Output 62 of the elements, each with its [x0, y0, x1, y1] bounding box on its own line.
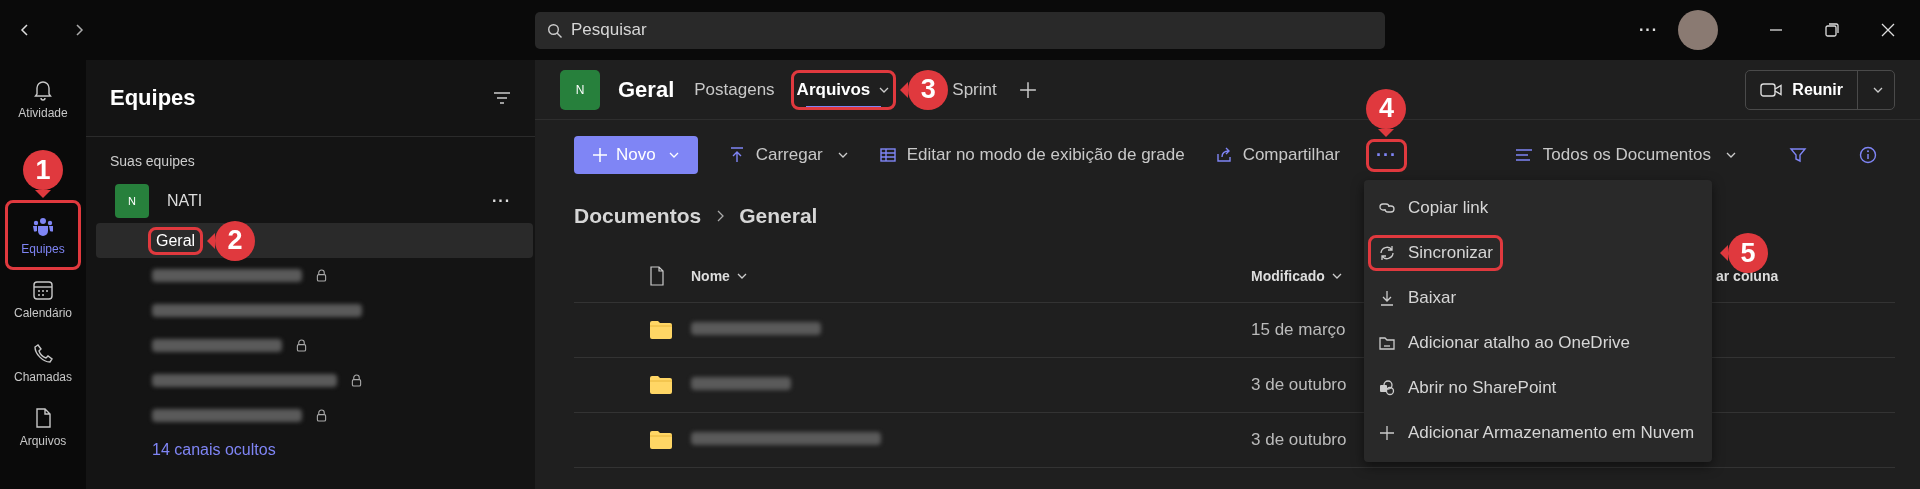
- filter-lines-icon[interactable]: [493, 91, 511, 105]
- breadcrumb-item[interactable]: Documentos: [574, 204, 702, 228]
- sharepoint-icon: [1377, 379, 1396, 397]
- search-field[interactable]: Pesquisar: [535, 11, 1385, 49]
- meet-button[interactable]: Reunir: [1746, 70, 1858, 109]
- plus-icon: [1377, 424, 1396, 442]
- folder-icon: [649, 375, 673, 395]
- team-avatar: N: [115, 184, 149, 218]
- hidden-channels-link[interactable]: 14 canais ocultos: [96, 433, 533, 459]
- sync-icon: [1377, 244, 1396, 262]
- grid-view-button[interactable]: Editar no modo de exibição de grade: [878, 145, 1185, 165]
- more-options-button[interactable]: ···: [1639, 21, 1658, 39]
- channel-title: Geral: [618, 76, 675, 103]
- plus-icon: [592, 147, 608, 163]
- lines-icon: [1514, 148, 1533, 162]
- filter-icon[interactable]: [1789, 146, 1807, 164]
- rail-item[interactable]: Chamadas: [9, 332, 77, 394]
- breadcrumb-item[interactable]: General: [739, 204, 818, 228]
- team-item[interactable]: N NATI ···: [96, 179, 533, 223]
- panel-title: Equipes: [110, 85, 196, 111]
- video-camera-icon: [1760, 81, 1783, 98]
- folder-link-icon: [1377, 334, 1396, 352]
- breadcrumb-separator-icon: [715, 209, 726, 223]
- restore-icon[interactable]: [1824, 22, 1840, 38]
- folder-icon: [649, 430, 673, 450]
- section-label: Suas equipes: [109, 153, 196, 169]
- file-type-icon: [649, 266, 665, 286]
- info-icon[interactable]: [1859, 146, 1877, 164]
- share-icon: [1214, 146, 1233, 164]
- avatar[interactable]: [1678, 10, 1718, 50]
- menu-item[interactable]: Copiar link: [1371, 194, 1495, 222]
- rail-item[interactable]: Atividade: [9, 68, 77, 130]
- column-header[interactable]: Modificado: [1251, 268, 1716, 284]
- rail-item[interactable]: Equipes: [9, 204, 77, 266]
- channel-item[interactable]: Geral 2: [96, 223, 533, 258]
- menu-item[interactable]: Sincronizar: [1371, 239, 1499, 267]
- close-icon[interactable]: [1880, 22, 1896, 38]
- grid-icon: [878, 146, 897, 164]
- column-header[interactable]: ar coluna: [1716, 268, 1895, 284]
- search-icon: [547, 22, 563, 39]
- upload-button[interactable]: Carregar: [727, 145, 849, 165]
- modified-date: 3 de outubro: [1251, 430, 1347, 450]
- phone-icon: [31, 342, 55, 366]
- menu-item[interactable]: Adicionar atalho ao OneDrive: [1371, 329, 1637, 357]
- menu-item[interactable]: Baixar: [1371, 284, 1463, 312]
- add-tab-icon[interactable]: [1018, 80, 1037, 99]
- modified-date: 15 de março: [1251, 320, 1346, 340]
- folder-icon: [649, 320, 673, 340]
- rail-item[interactable]: Arquivos: [9, 396, 77, 458]
- column-header[interactable]: Nome: [691, 268, 1251, 284]
- bell-icon: [31, 78, 55, 102]
- rail-item[interactable]: Calendário: [9, 268, 77, 330]
- menu-item[interactable]: Adicionar Armazenamento em Nuvem: [1371, 419, 1701, 447]
- calendar-icon: [31, 278, 55, 302]
- view-selector[interactable]: Todos os Documentos: [1514, 145, 1737, 165]
- tab[interactable]: Sprint: [950, 60, 999, 119]
- tab[interactable]: Postagens: [692, 60, 777, 119]
- channel-avatar: N: [560, 69, 600, 110]
- share-button[interactable]: Compartilhar: [1214, 145, 1340, 165]
- tab[interactable]: Arquivos: [794, 73, 893, 106]
- menu-item[interactable]: Abrir no SharePoint: [1371, 374, 1563, 402]
- modified-date: 3 de outubro: [1251, 375, 1347, 395]
